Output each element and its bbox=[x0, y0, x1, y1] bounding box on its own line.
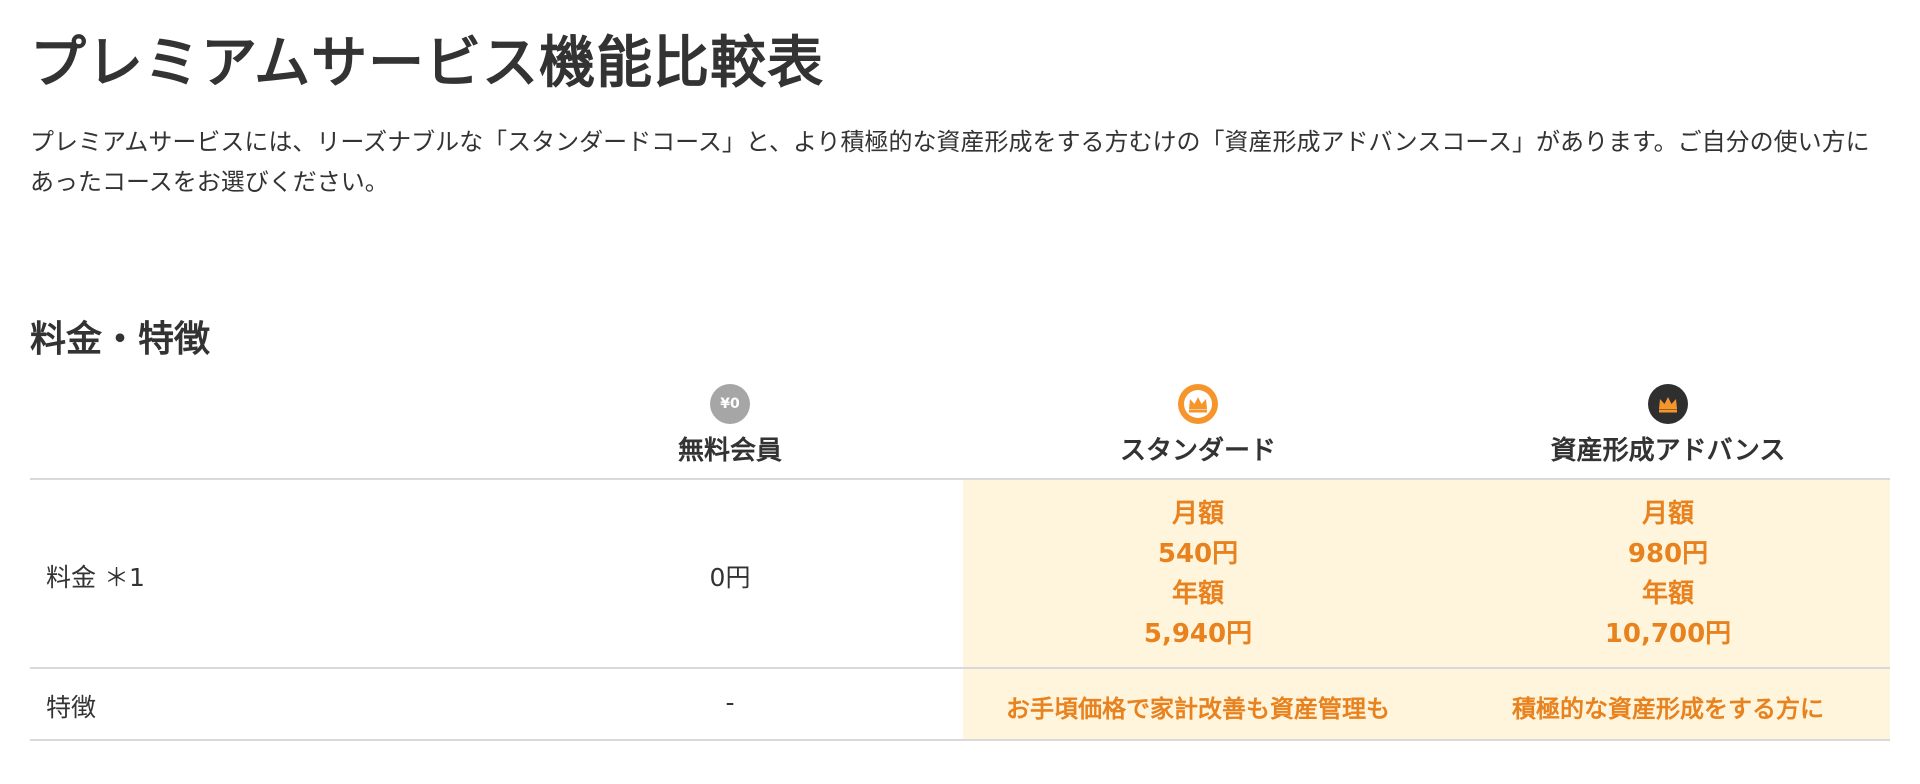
monthly-price: 540円 bbox=[1157, 539, 1239, 569]
plan-name-advance: 資産形成アドバンス bbox=[1550, 436, 1786, 466]
price-free: 0円 bbox=[709, 563, 751, 592]
plan-header-advance: 資産形成アドバンス bbox=[1433, 382, 1903, 478]
yearly-price: 10,700円 bbox=[1604, 619, 1732, 649]
yearly-label: 年額 bbox=[1641, 579, 1694, 609]
crown-icon bbox=[1178, 384, 1218, 424]
plan-header-standard: スタンダード bbox=[963, 382, 1433, 478]
page-title: プレミアムサービス機能比較表 bbox=[30, 31, 825, 96]
comparison-page: プレミアムサービス機能比較表 プレミアムサービスには、リーズナブルな「スタンダー… bbox=[0, 0, 1920, 784]
price-standard: 月額 540円 年額 5,940円 bbox=[963, 494, 1433, 654]
monthly-price: 980円 bbox=[1627, 539, 1709, 569]
intro-text: プレミアムサービスには、リーズナブルな「スタンダードコース」と、より積極的な資産… bbox=[30, 128, 1870, 196]
feature-standard: お手頃価格で家計改善も資産管理も bbox=[1006, 695, 1390, 723]
table-divider bbox=[30, 667, 1890, 669]
price-advance: 月額 980円 年額 10,700円 bbox=[1433, 494, 1903, 654]
row-label-feature: 特徴 bbox=[46, 693, 97, 722]
monthly-label: 月額 bbox=[1171, 499, 1224, 529]
monthly-label: 月額 bbox=[1641, 499, 1694, 529]
table-divider bbox=[30, 739, 1890, 741]
feature-advance: 積極的な資産形成をする方に bbox=[1512, 695, 1824, 723]
section-title: 料金・特徴 bbox=[30, 319, 211, 360]
yearly-price: 5,940円 bbox=[1143, 619, 1253, 649]
table-divider bbox=[30, 478, 1890, 480]
yen-zero-badge-icon: ¥0 bbox=[710, 384, 750, 424]
crown-icon bbox=[1648, 384, 1688, 424]
row-label-price: 料金 ＊1 bbox=[46, 563, 145, 592]
plan-name-standard: スタンダード bbox=[1119, 436, 1276, 466]
yearly-label: 年額 bbox=[1171, 579, 1224, 609]
plan-header-free: ¥0 無料会員 bbox=[495, 382, 965, 478]
plan-name-free: 無料会員 bbox=[677, 436, 782, 466]
feature-free: - bbox=[725, 688, 735, 717]
